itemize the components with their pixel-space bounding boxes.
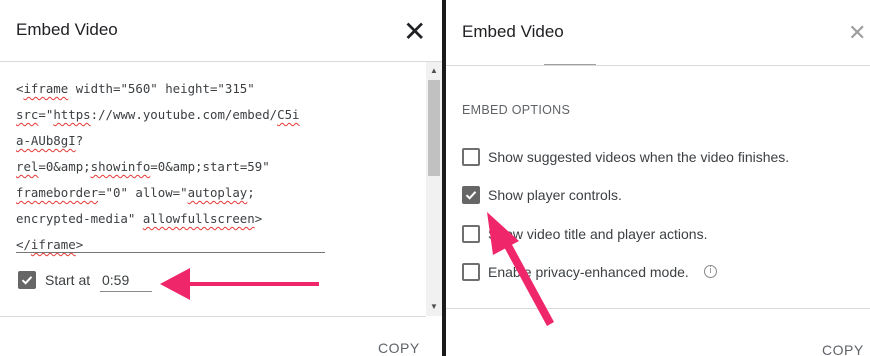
code-line: frameborder="0" allow="autoplay; xyxy=(16,180,332,206)
dialog-title: Embed Video xyxy=(462,22,564,41)
right-embed-dialog: Embed Video ✕ EMBED OPTIONS Show suggest… xyxy=(446,0,870,356)
close-icon[interactable]: ✕ xyxy=(848,22,866,44)
code-token: ="0" allow=" xyxy=(98,185,188,200)
code-field-underline xyxy=(16,252,325,253)
option-label-privacy-mode: Enable privacy-enhanced mode. xyxy=(488,264,689,280)
scroll-down-icon[interactable]: ▼ xyxy=(428,302,440,311)
option-label-player-controls: Show player controls. xyxy=(488,187,622,203)
code-token: frameborder xyxy=(16,185,99,200)
code-token: =0&amp; xyxy=(38,159,91,174)
code-line: <iframe width="560" height="315" xyxy=(16,76,332,102)
copy-button[interactable]: COPY xyxy=(378,340,420,356)
option-checkbox-privacy-mode[interactable] xyxy=(462,263,480,281)
option-label-suggested-videos: Show suggested videos when the video fin… xyxy=(488,149,790,165)
code-token: =0&amp;start=59" xyxy=(150,159,270,174)
code-token: iframe xyxy=(30,237,76,252)
code-token: autoplay xyxy=(187,185,248,200)
option-checkbox-suggested-videos[interactable] xyxy=(462,148,480,166)
embed-code-textarea[interactable]: <iframe width="560" height="315" src="htt… xyxy=(16,76,332,258)
header-divider xyxy=(0,61,442,62)
code-token: =" xyxy=(38,107,54,122)
code-token: > xyxy=(254,211,263,226)
option-checkbox-video-title[interactable] xyxy=(462,225,480,243)
header-divider xyxy=(446,65,870,66)
option-checkbox-player-controls[interactable] xyxy=(462,186,480,204)
scrollbar-thumb[interactable] xyxy=(428,80,440,176)
code-token: showinfo xyxy=(90,159,151,174)
code-token: > xyxy=(75,237,84,252)
footer-divider xyxy=(0,316,426,317)
code-token: rel xyxy=(16,159,39,174)
copy-button[interactable]: COPY xyxy=(822,342,864,356)
code-token: iframe xyxy=(23,81,69,96)
code-line: </iframe> xyxy=(16,232,332,258)
code-line: src="https://www.youtube.com/embed/C5i xyxy=(16,102,332,128)
code-token: encrypted-media" xyxy=(16,211,143,226)
code-token: a-AUb8gI xyxy=(16,133,76,148)
code-token: https xyxy=(53,107,91,122)
code-token: ? xyxy=(75,133,84,148)
code-token: src xyxy=(16,107,39,122)
scroll-up-icon[interactable]: ▲ xyxy=(428,66,440,75)
dialog-title: Embed Video xyxy=(16,20,118,39)
code-token: ; xyxy=(247,185,255,200)
embed-options-heading: EMBED OPTIONS xyxy=(462,103,571,117)
start-at-label: Start at xyxy=(45,272,91,288)
footer-divider xyxy=(446,308,870,309)
left-embed-dialog: Embed Video ✕ <iframe width="560" height… xyxy=(0,0,442,356)
info-icon[interactable]: i xyxy=(704,265,717,278)
start-time-input[interactable] xyxy=(100,268,152,292)
code-token: allowfullscreen xyxy=(142,211,255,226)
code-line: a-AUb8gI? xyxy=(16,128,332,154)
option-label-video-title: Show video title and player actions. xyxy=(488,226,708,242)
checkmark-icon xyxy=(21,276,33,285)
code-token: width="560" height="315" xyxy=(68,81,255,96)
code-token: C5i xyxy=(277,107,300,122)
code-line: encrypted-media" allowfullscreen> xyxy=(16,206,332,232)
code-token: ://www.youtube.com/embed/ xyxy=(90,107,278,122)
start-at-checkbox[interactable] xyxy=(18,271,36,289)
code-token: </ xyxy=(16,237,31,252)
code-line: rel=0&amp;showinfo=0&amp;start=59" xyxy=(16,154,332,180)
close-icon[interactable]: ✕ xyxy=(403,18,426,46)
checkmark-icon xyxy=(465,191,477,200)
